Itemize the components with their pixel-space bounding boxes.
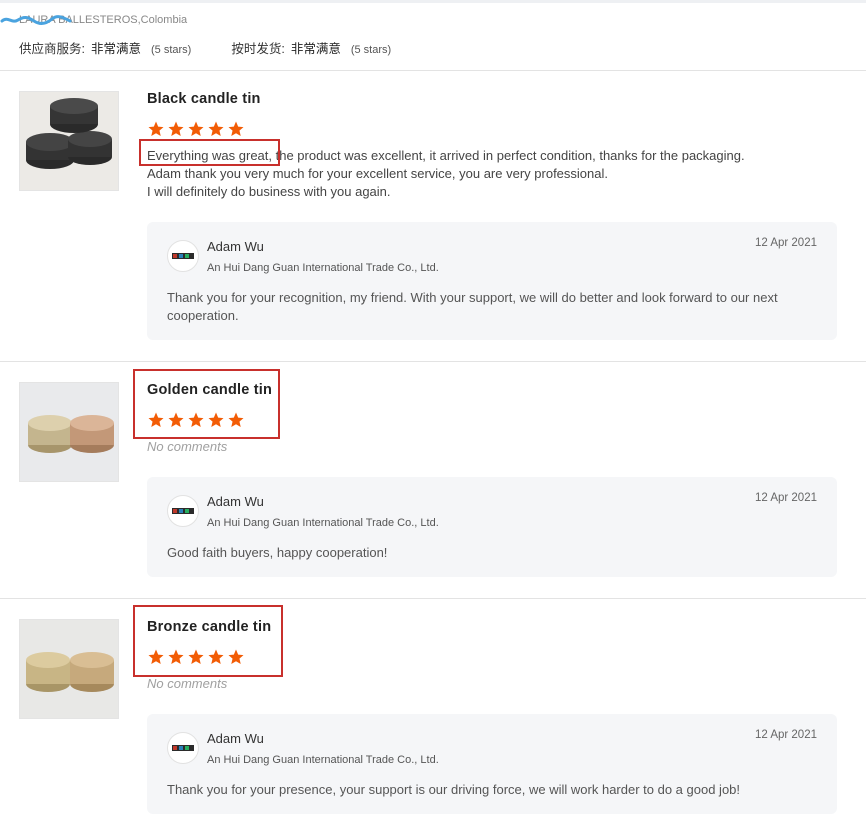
rating-stars-note: (5 stars): [151, 44, 192, 56]
divider: [0, 361, 866, 362]
reply-company: An Hui Dang Guan International Trade Co.…: [207, 754, 439, 766]
product-image-golden-tin[interactable]: [19, 382, 119, 482]
supplier-avatar: [167, 732, 199, 764]
star-rating: [147, 120, 245, 138]
rating-label: 供应商服务:: [19, 42, 85, 56]
rating-value: 非常满意: [90, 42, 141, 56]
star-icon: [148, 121, 164, 136]
supplier-avatar: [167, 495, 199, 527]
reply-author: Adam Wu: [207, 239, 264, 254]
product-image-bronze-tin[interactable]: [19, 619, 119, 719]
product-image-black-tin[interactable]: [19, 91, 119, 191]
top-border: [0, 0, 866, 3]
reply-date: 12 Apr 2021: [754, 729, 817, 741]
highlight-box: [139, 139, 280, 166]
comment-line: Adam thank you very much for your excell…: [147, 166, 608, 181]
rating-service: 供应商服务: 非常满意 (5 stars): [19, 38, 191, 57]
supplier-avatar: [167, 240, 199, 272]
comment-line: I will definitely do business with you a…: [147, 184, 391, 199]
rating-delivery: 按时发货: 非常满意 (5 stars): [231, 38, 391, 57]
reply-text: Good faith buyers, happy cooperation!: [167, 545, 388, 560]
no-comments-text: No comments: [147, 676, 228, 691]
highlight-box: [133, 369, 280, 439]
no-comments-text: No comments: [147, 439, 228, 454]
supplier-reply: Adam Wu An Hui Dang Guan International T…: [147, 222, 837, 340]
redaction-scribble: [0, 15, 72, 25]
reply-date: 12 Apr 2021: [754, 492, 817, 504]
divider: [0, 598, 866, 599]
highlight-box: [133, 605, 283, 677]
reply-company: An Hui Dang Guan International Trade Co.…: [207, 517, 439, 529]
rating-stars-note: (5 stars): [350, 44, 392, 56]
reply-author: Adam Wu: [207, 731, 264, 746]
star-icon: [168, 121, 184, 136]
supplier-reply: Adam Wu An Hui Dang Guan International T…: [147, 714, 837, 814]
reply-author: Adam Wu: [207, 494, 264, 509]
product-name: Black candle tin: [147, 91, 261, 107]
rating-label: 按时发货:: [231, 42, 285, 56]
reply-text: Thank you for your recognition, my frien…: [167, 290, 778, 323]
supplier-ratings: 供应商服务: 非常满意 (5 stars) 按时发货: 非常满意 (5 star…: [19, 38, 431, 57]
supplier-reply: Adam Wu An Hui Dang Guan International T…: [147, 477, 837, 577]
divider: [0, 70, 866, 71]
star-icon: [208, 121, 224, 136]
reply-company: An Hui Dang Guan International Trade Co.…: [207, 262, 439, 274]
star-icon: [188, 121, 204, 136]
reply-date: 12 Apr 2021: [754, 237, 817, 249]
reply-text: Thank you for your presence, your suppor…: [167, 782, 741, 797]
rating-value: 非常满意: [290, 42, 341, 56]
star-icon: [228, 121, 244, 136]
